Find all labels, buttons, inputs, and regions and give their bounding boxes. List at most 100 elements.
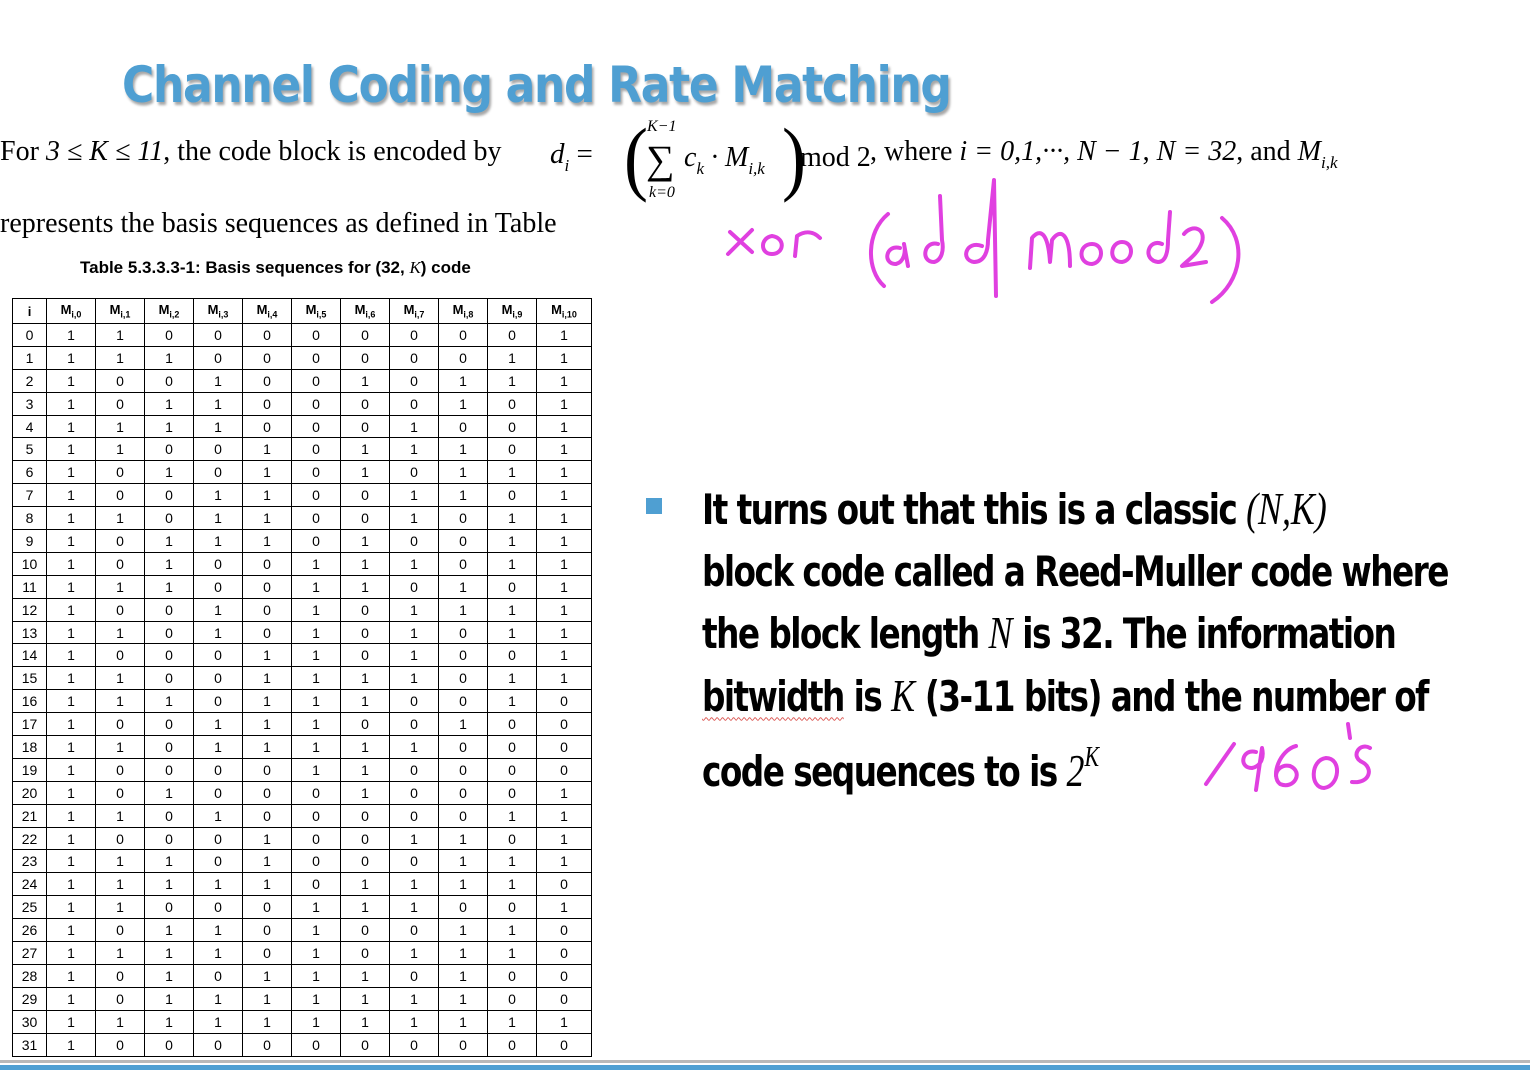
- bit-cell: 0: [487, 391, 537, 416]
- formula-sum-upper: K−1: [647, 118, 677, 135]
- bit-cell: 0: [242, 1032, 292, 1057]
- bit-cell: 1: [46, 1009, 96, 1034]
- bit-cell: 1: [95, 574, 145, 599]
- bit-cell: 1: [536, 529, 592, 553]
- ink-s: [1350, 744, 1372, 785]
- bit-cell: 0: [242, 551, 292, 576]
- bit-cell: 0: [389, 689, 439, 714]
- formula-sum-lower: k=0: [649, 184, 675, 201]
- bit-cell: 1: [487, 506, 537, 531]
- bit-cell: 0: [291, 437, 341, 462]
- bit-cell: 0: [438, 551, 488, 576]
- header-m-0: Mi,0: [46, 298, 96, 324]
- bit-cell: 1: [340, 757, 390, 782]
- bit-cell: 0: [144, 323, 194, 347]
- bit-cell: 0: [340, 414, 390, 439]
- row-index-cell: 22: [12, 826, 47, 851]
- formula-lhs: di =: [550, 138, 593, 175]
- bit-cell: 1: [242, 849, 292, 874]
- bit-cell: 1: [193, 803, 243, 828]
- bit-cell: 1: [144, 345, 194, 370]
- bit-cell: 0: [144, 895, 194, 920]
- bit-cell: 0: [340, 918, 390, 943]
- bit-cell: 1: [487, 529, 537, 553]
- bit-cell: 1: [536, 826, 592, 851]
- table-row: 910111010011: [12, 529, 592, 553]
- ink-d3: [1146, 210, 1172, 264]
- bit-cell: 1: [487, 1009, 537, 1034]
- bit-cell: 1: [487, 941, 537, 965]
- bit-cell: 0: [438, 1032, 488, 1057]
- ink-d1: [923, 194, 945, 264]
- bullet-line-3: the block length N is 32. The informatio…: [702, 607, 1397, 658]
- bit-cell: 1: [46, 460, 96, 485]
- bit-cell: 0: [389, 757, 439, 782]
- bit-cell: 1: [536, 323, 592, 347]
- intro-line-1-tail: , where i = 0,1,···, N − 1, N = 32, and …: [870, 136, 1338, 173]
- table-row: 30 1 1 1 1 1 1 1 1 1 1 1: [12, 1009, 592, 1034]
- bit-cell: 0: [536, 941, 592, 965]
- bit-cell: 1: [536, 460, 592, 485]
- bit-cell: 1: [291, 574, 341, 599]
- bit-cell: 1: [438, 1009, 488, 1034]
- table-row: 811011001011: [12, 506, 592, 531]
- bit-cell: 0: [242, 368, 292, 393]
- header-i: i: [12, 298, 47, 324]
- bit-cell: 1: [193, 918, 243, 943]
- bit-cell: 1: [438, 963, 488, 988]
- bit-cell: 0: [242, 895, 292, 920]
- bit-cell: 0: [193, 574, 243, 599]
- bit-cell: 1: [487, 597, 537, 622]
- bullet-line-2: block code called a Reed-Muller code whe…: [702, 546, 1449, 596]
- bit-cell: 1: [95, 506, 145, 531]
- bit-cell: 1: [389, 826, 439, 851]
- bit-cell: 1: [242, 689, 292, 714]
- bit-cell: 1: [438, 597, 488, 622]
- bit-cell: 0: [438, 895, 488, 920]
- bit-cell: 1: [536, 574, 592, 599]
- bit-cell: 1: [389, 986, 439, 1011]
- bit-cell: 1: [193, 597, 243, 622]
- bit-cell: 0: [95, 712, 145, 737]
- bit-cell: 0: [193, 437, 243, 462]
- bit-cell: 1: [340, 551, 390, 576]
- table-row: 22 1 0 0 0 1 0 0 1 1 0 1: [12, 826, 592, 851]
- header-m-1: Mi,1: [95, 298, 145, 324]
- bit-cell: 1: [438, 368, 488, 393]
- encoded-text: , the code block is encoded by: [163, 136, 502, 167]
- bit-cell: 0: [95, 551, 145, 576]
- footer-divider-blue: [0, 1065, 1530, 1070]
- table-row: 16 1 1 1 0 1 1 1 0 0 1 0: [12, 689, 592, 714]
- bit-cell: 1: [487, 551, 537, 576]
- bit-cell: 1: [193, 620, 243, 645]
- header-m-7: Mi,7: [389, 298, 439, 324]
- bit-cell: 1: [389, 551, 439, 576]
- bit-cell: 1: [242, 735, 292, 759]
- bit-cell: 0: [291, 826, 341, 851]
- row-index-cell: 30: [12, 1009, 47, 1034]
- table-row: 210010010111: [12, 368, 592, 393]
- bit-cell: 1: [291, 941, 341, 965]
- bit-cell: 1: [438, 918, 488, 943]
- bit-cell: 0: [242, 391, 292, 416]
- bit-cell: 1: [438, 483, 488, 508]
- bit-cell: 0: [291, 323, 341, 347]
- bit-cell: 0: [144, 597, 194, 622]
- formula-left-paren: (: [624, 111, 648, 204]
- bit-cell: 1: [291, 551, 341, 576]
- table-row: 31 1 0 0 0 0 0 0 0 0 0 0: [12, 1032, 592, 1057]
- bit-cell: 0: [291, 345, 341, 370]
- bit-cell: 0: [242, 757, 292, 782]
- bit-cell: 0: [487, 780, 537, 805]
- bit-cell: 1: [340, 437, 390, 462]
- formula-sigma: ∑: [646, 137, 675, 182]
- table-row: 511001011101: [12, 437, 592, 462]
- bit-cell: 1: [242, 460, 292, 485]
- bit-cell: 1: [242, 643, 292, 668]
- row-index-cell: 14: [12, 643, 47, 668]
- bit-cell: 0: [389, 849, 439, 874]
- bit-cell: 1: [95, 872, 145, 897]
- bit-cell: 0: [291, 529, 341, 553]
- bit-cell: 1: [144, 872, 194, 897]
- table-row: 13 1 1 0 1 0 1 0 1 0 1 1: [12, 620, 592, 645]
